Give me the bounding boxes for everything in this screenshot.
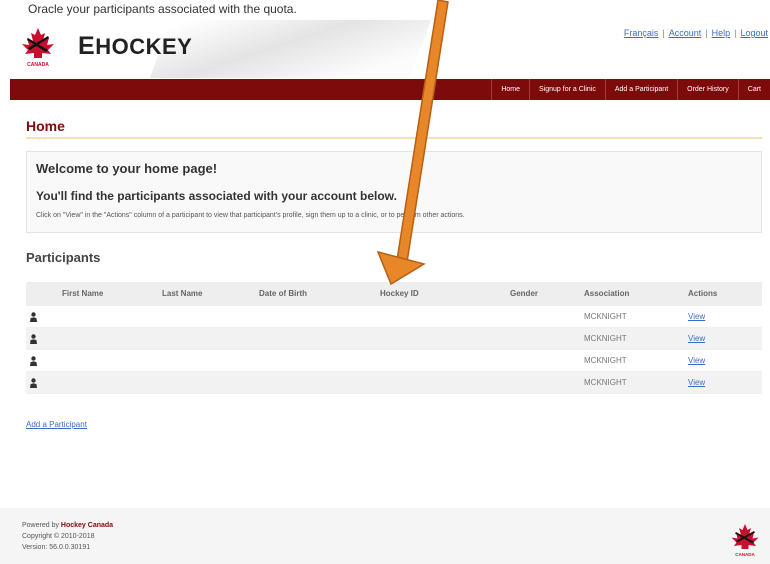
- person-icon: [30, 312, 37, 322]
- person-icon: [30, 378, 37, 388]
- col-gender[interactable]: Gender: [510, 282, 538, 306]
- col-hockey-id[interactable]: Hockey ID: [380, 282, 419, 306]
- nav-cart[interactable]: Cart: [737, 79, 770, 100]
- col-actions: Actions: [688, 289, 718, 298]
- view-link[interactable]: View: [688, 312, 705, 321]
- nav-order-history[interactable]: Order History: [677, 79, 738, 100]
- table-row: MCKNIGHT View: [26, 306, 762, 328]
- cell-association: MCKNIGHT: [584, 312, 627, 321]
- link-logout[interactable]: Logout: [740, 28, 768, 38]
- col-last-name[interactable]: Last Name: [162, 282, 202, 306]
- participants-table: First Name Last Name Date of Birth Hocke…: [26, 282, 762, 394]
- view-link[interactable]: View: [688, 356, 705, 365]
- welcome-instructions: Click on "View" in the "Actions" column …: [36, 212, 465, 219]
- ehockey-brand: EHOCKEY: [78, 32, 192, 61]
- col-date-of-birth[interactable]: Date of Birth: [259, 282, 307, 306]
- page-title: Home: [26, 118, 65, 134]
- table-row: MCKNIGHT View: [26, 328, 762, 350]
- col-first-name[interactable]: First Name: [62, 282, 103, 306]
- footer-powered-label: Powered by: [22, 522, 59, 529]
- table-row: MCKNIGHT View: [26, 350, 762, 372]
- svg-text:CANADA: CANADA: [27, 62, 49, 68]
- footer-powered-by: Powered by Hockey Canada: [22, 522, 113, 529]
- person-icon: [30, 356, 37, 366]
- footer-version: Version: 56.0.0.30191: [22, 544, 91, 551]
- footer-powered-name[interactable]: Hockey Canada: [61, 522, 113, 529]
- main-navbar: Home Signup for a Clinic Add a Participa…: [10, 79, 770, 100]
- table-row: MCKNIGHT View: [26, 372, 762, 394]
- title-divider: [26, 137, 762, 139]
- welcome-subheading: You'll find the participants associated …: [36, 189, 397, 203]
- brand-rest: HOCKEY: [95, 34, 193, 59]
- brand-e: E: [78, 32, 96, 60]
- top-partial-text: Oracle your participants associated with…: [0, 0, 770, 20]
- col-association[interactable]: Association: [584, 282, 629, 306]
- link-help[interactable]: Help: [712, 28, 731, 38]
- link-account[interactable]: Account: [669, 28, 702, 38]
- cell-association: MCKNIGHT: [584, 356, 627, 365]
- table-header: First Name Last Name Date of Birth Hocke…: [26, 282, 762, 306]
- hockey-canada-logo-icon[interactable]: CANADA: [18, 26, 58, 68]
- nav-signup-clinic[interactable]: Signup for a Clinic: [529, 79, 605, 100]
- nav-add-participant[interactable]: Add a Participant: [604, 79, 677, 100]
- view-link[interactable]: View: [688, 378, 705, 387]
- utility-links: Français | Account | Help | Logout: [623, 28, 768, 38]
- cell-association: MCKNIGHT: [584, 334, 627, 343]
- footer-hockey-canada-logo-icon: CANADA: [731, 524, 759, 557]
- add-participant-link[interactable]: Add a Participant: [26, 420, 87, 429]
- site-header: CANADA EHOCKEY Français | Account | Help | Log…: [0, 20, 770, 78]
- site-footer: Powered by Hockey Canada Copyright © 201…: [0, 508, 770, 564]
- footer-copyright: Copyright © 2010-2018: [22, 533, 95, 540]
- link-francais[interactable]: Français: [624, 28, 659, 38]
- welcome-heading: Welcome to your home page!: [36, 161, 218, 176]
- welcome-panel: Welcome to your home page! You'll find t…: [26, 151, 762, 233]
- view-link[interactable]: View: [688, 334, 705, 343]
- top-partial-text-content: Oracle your participants associated with…: [28, 2, 297, 16]
- cell-association: MCKNIGHT: [584, 378, 627, 387]
- nav-home[interactable]: Home: [491, 79, 529, 100]
- svg-text:CANADA: CANADA: [735, 552, 755, 557]
- person-icon: [30, 334, 37, 344]
- participants-heading: Participants: [26, 250, 101, 265]
